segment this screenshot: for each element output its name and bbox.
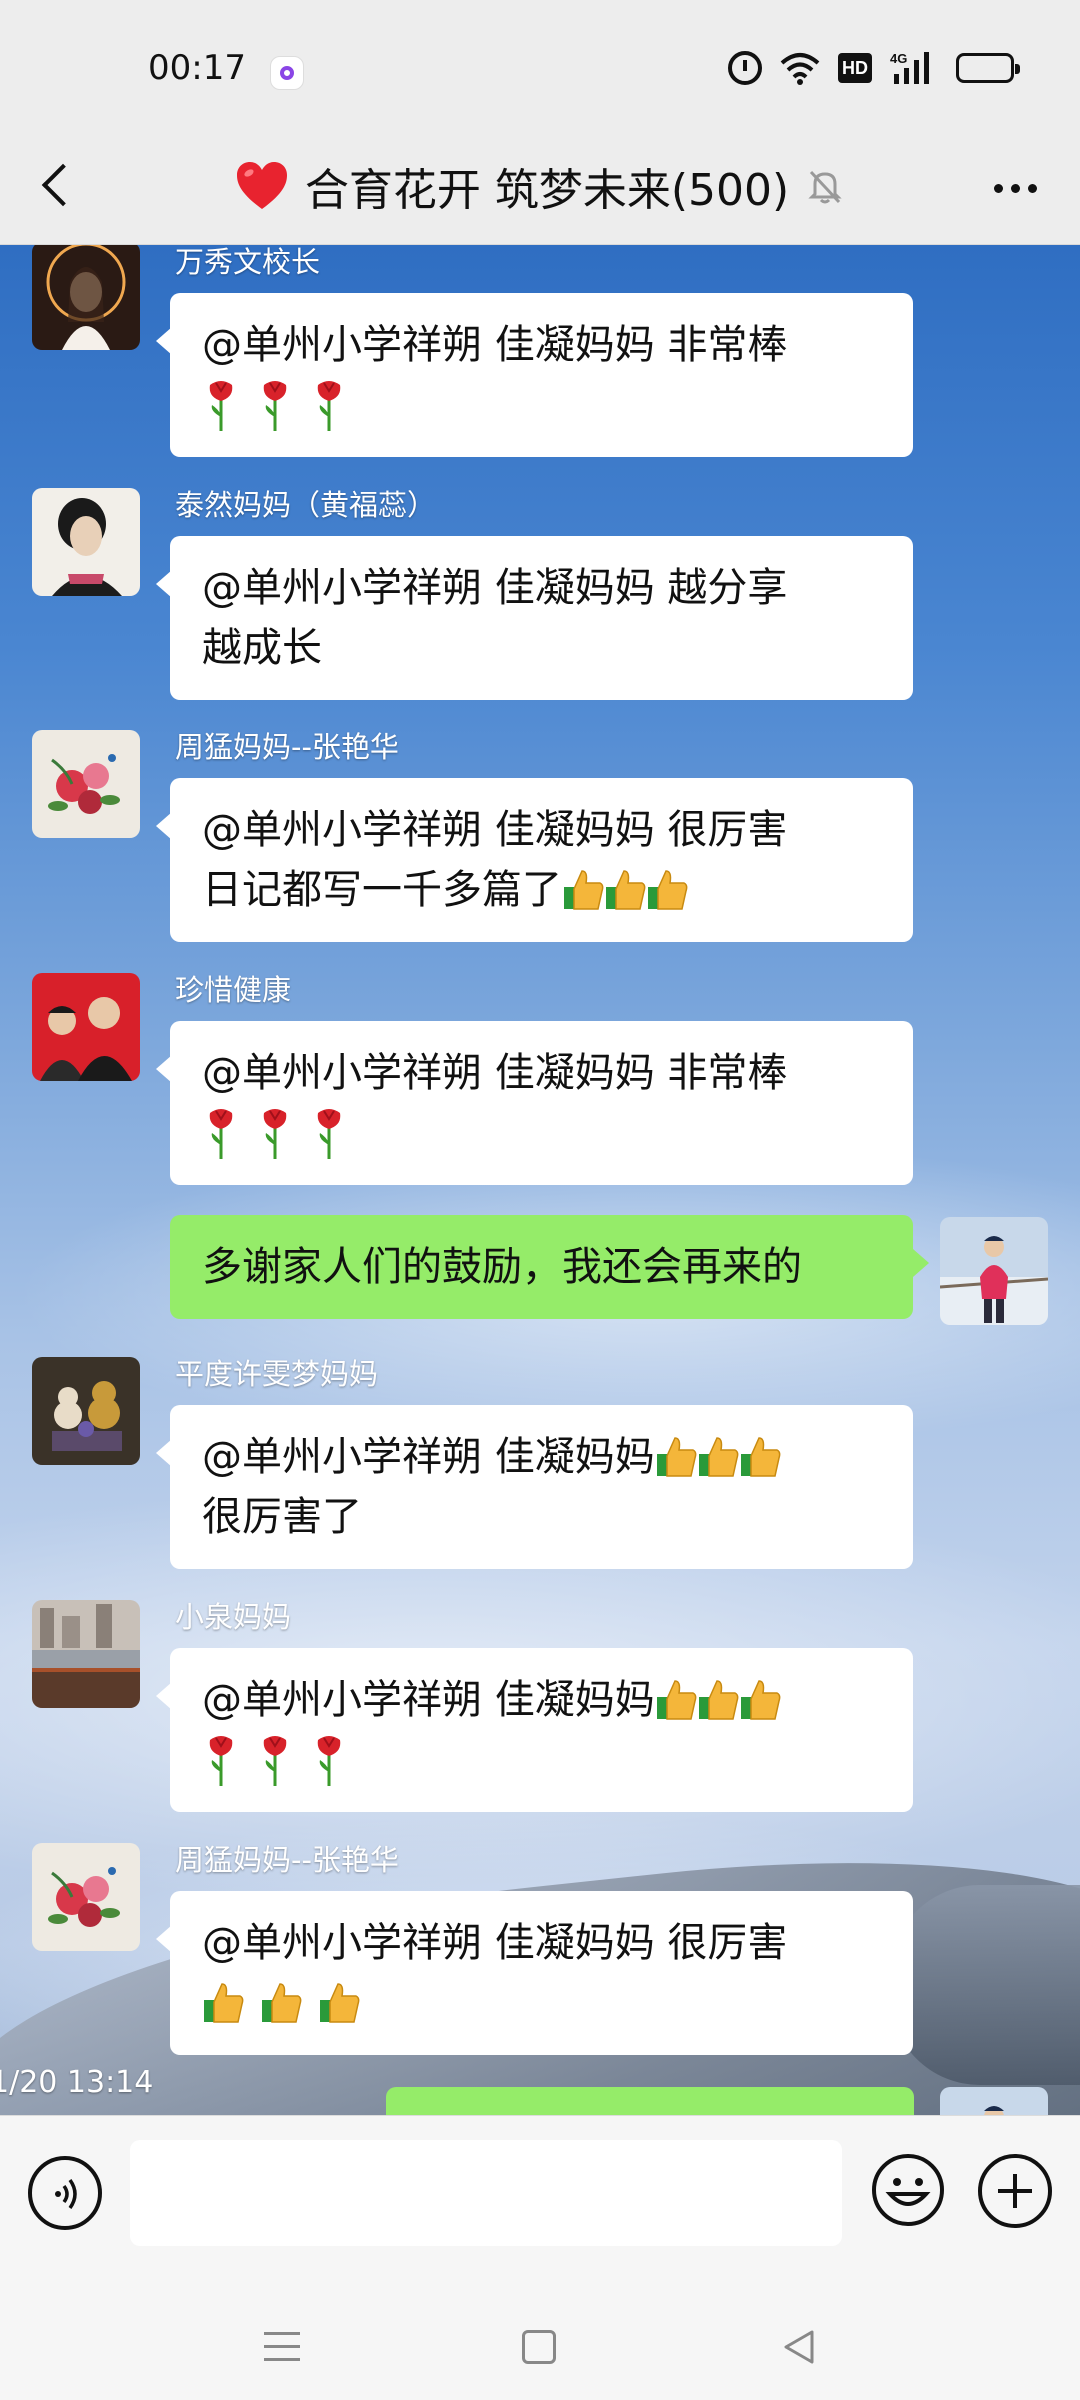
thumbs-up-icon bbox=[262, 1983, 302, 2023]
svg-text:4G: 4G bbox=[890, 51, 907, 66]
message-text: 多谢家人们的鼓励，我还会再来的 bbox=[202, 1244, 802, 1290]
background-engine bbox=[890, 1885, 1080, 2085]
avatar[interactable] bbox=[32, 245, 140, 350]
battery-icon bbox=[956, 53, 1020, 83]
emoji-face-icon[interactable] bbox=[870, 2152, 946, 2228]
chat-title: 合育花开 筑梦未来(500) bbox=[304, 165, 790, 216]
more-icon[interactable] bbox=[980, 158, 1050, 218]
sender-name: 平度许雯梦妈妈 bbox=[175, 1357, 379, 1391]
emoji-row bbox=[202, 1730, 881, 1790]
message-bubble[interactable]: @单州小学祥朔 佳凝妈妈 非常棒 bbox=[156, 293, 913, 457]
rose-icon bbox=[317, 1109, 341, 1159]
message-text: @单州小学祥朔 佳凝妈妈 非常棒 bbox=[202, 1050, 788, 1096]
rose-icon bbox=[209, 381, 233, 431]
status-bar: 00:17 HD 4G bbox=[0, 0, 1080, 130]
message-text: @单州小学祥朔 佳凝妈妈 越分享 bbox=[202, 565, 788, 611]
input-bar bbox=[0, 2115, 1080, 2280]
emoji-row bbox=[202, 1103, 881, 1163]
chat-title-area[interactable]: 合育花开 筑梦未来(500) bbox=[220, 148, 860, 224]
message-bubble[interactable]: @单州小学祥朔 佳凝妈妈 很厉害 bbox=[156, 1891, 913, 2055]
menu-lines-icon[interactable] bbox=[264, 2330, 300, 2364]
thumbs-up-icon bbox=[606, 870, 646, 910]
voice-icon[interactable] bbox=[28, 2156, 102, 2230]
message-bubble-self[interactable]: 多谢家人们的鼓励，我还会再来的 bbox=[170, 1215, 929, 1319]
avatar[interactable] bbox=[32, 973, 140, 1081]
thumbs-up-icon bbox=[320, 1983, 360, 2023]
thumbs-up-icon bbox=[740, 1680, 781, 1720]
alarm-icon bbox=[728, 51, 762, 85]
message-bubble[interactable]: @单州小学祥朔 佳凝妈妈 非常棒 bbox=[156, 1021, 913, 1185]
emoji-row bbox=[202, 375, 881, 435]
thumbs-up-icon bbox=[204, 1983, 244, 2023]
message-bubble[interactable]: @单州小学祥朔 佳凝妈妈 很厉害了 bbox=[156, 1405, 913, 1569]
message-bubble[interactable]: @单州小学祥朔 佳凝妈妈 越分享 越成长 bbox=[156, 536, 913, 700]
thumbs-up-icon bbox=[564, 870, 604, 910]
thumbs-up-icon bbox=[740, 1437, 781, 1477]
message-text: @单州小学祥朔 佳凝妈妈 bbox=[202, 1677, 655, 1723]
message-text: 越成长 bbox=[202, 625, 322, 671]
thumbs-up-icon bbox=[656, 1680, 697, 1720]
message-text: @单州小学祥朔 佳凝妈妈 非常棒 bbox=[202, 322, 788, 368]
sender-name: 小泉妈妈 bbox=[175, 1600, 292, 1634]
message-bubble[interactable]: @单州小学祥朔 佳凝妈妈 很厉害 日记都写一千多篇了 bbox=[156, 778, 913, 942]
sender-name: 万秀文校长 bbox=[175, 245, 321, 279]
message-bubble[interactable]: @单州小学祥朔 佳凝妈妈 bbox=[156, 1648, 913, 1812]
avatar[interactable] bbox=[32, 1600, 140, 1708]
rose-icon bbox=[317, 381, 341, 431]
message-text: 日记都写一千多篇了 bbox=[202, 867, 562, 913]
message-text: @单州小学祥朔 佳凝妈妈 bbox=[202, 1434, 655, 1480]
system-nav-bar bbox=[0, 2280, 1080, 2400]
wifi-icon bbox=[780, 51, 820, 85]
thumbs-up-icon bbox=[698, 1680, 739, 1720]
status-icons: HD 4G bbox=[728, 48, 1020, 88]
chat-area[interactable]: 万秀文校长 @单州小学祥朔 佳凝妈妈 非常棒 泰然妈妈（黄福蕊） @单州小学祥朔… bbox=[0, 245, 1080, 2115]
app-indicator-icon bbox=[270, 56, 304, 90]
sender-name: 周猛妈妈--张艳华 bbox=[175, 730, 399, 764]
rose-icon bbox=[263, 1109, 287, 1159]
avatar[interactable] bbox=[32, 1843, 140, 1951]
message-bubble-self-partial[interactable] bbox=[386, 2087, 914, 2115]
message-line: @单州小学祥朔 佳凝妈妈 bbox=[202, 1427, 881, 1487]
message-line: @单州小学祥朔 佳凝妈妈 bbox=[202, 1670, 881, 1730]
rose-icon bbox=[209, 1736, 233, 1786]
back-triangle-icon[interactable] bbox=[780, 2328, 818, 2366]
sender-name: 泰然妈妈（黄福蕊） bbox=[175, 488, 437, 522]
plus-icon[interactable] bbox=[978, 2154, 1052, 2228]
message-text: @单州小学祥朔 佳凝妈妈 很厉害 bbox=[202, 1920, 788, 1966]
avatar[interactable] bbox=[32, 730, 140, 838]
my-avatar[interactable] bbox=[940, 2087, 1048, 2115]
mute-bell-icon bbox=[808, 170, 842, 204]
thumbs-up-icon bbox=[698, 1437, 739, 1477]
hd-icon: HD bbox=[838, 53, 872, 83]
my-avatar[interactable] bbox=[940, 1217, 1048, 1325]
emoji-row bbox=[202, 1973, 881, 2033]
status-time: 00:17 bbox=[148, 48, 246, 88]
home-square-icon[interactable] bbox=[522, 2330, 556, 2364]
avatar[interactable] bbox=[32, 488, 140, 596]
chat-header: 合育花开 筑梦未来(500) bbox=[0, 130, 1080, 245]
rose-icon bbox=[263, 1736, 287, 1786]
thumbs-up-icon bbox=[656, 1437, 697, 1477]
rose-icon bbox=[209, 1109, 233, 1159]
back-arrow-icon[interactable] bbox=[30, 150, 100, 220]
signal-4g-icon: 4G bbox=[890, 50, 938, 86]
sender-name: 周猛妈妈--张艳华 bbox=[175, 1843, 399, 1877]
message-timestamp: 1/20 13:14 bbox=[0, 2065, 154, 2100]
message-line: 日记都写一千多篇了 bbox=[202, 860, 881, 920]
heart-icon bbox=[236, 162, 287, 209]
message-input[interactable] bbox=[130, 2140, 842, 2246]
rose-icon bbox=[317, 1736, 341, 1786]
message-text: 很厉害了 bbox=[202, 1494, 362, 1540]
rose-icon bbox=[263, 381, 287, 431]
avatar[interactable] bbox=[32, 1357, 140, 1465]
message-text: @单州小学祥朔 佳凝妈妈 很厉害 bbox=[202, 807, 788, 853]
sender-name: 珍惜健康 bbox=[175, 973, 292, 1007]
thumbs-up-icon bbox=[648, 870, 688, 910]
